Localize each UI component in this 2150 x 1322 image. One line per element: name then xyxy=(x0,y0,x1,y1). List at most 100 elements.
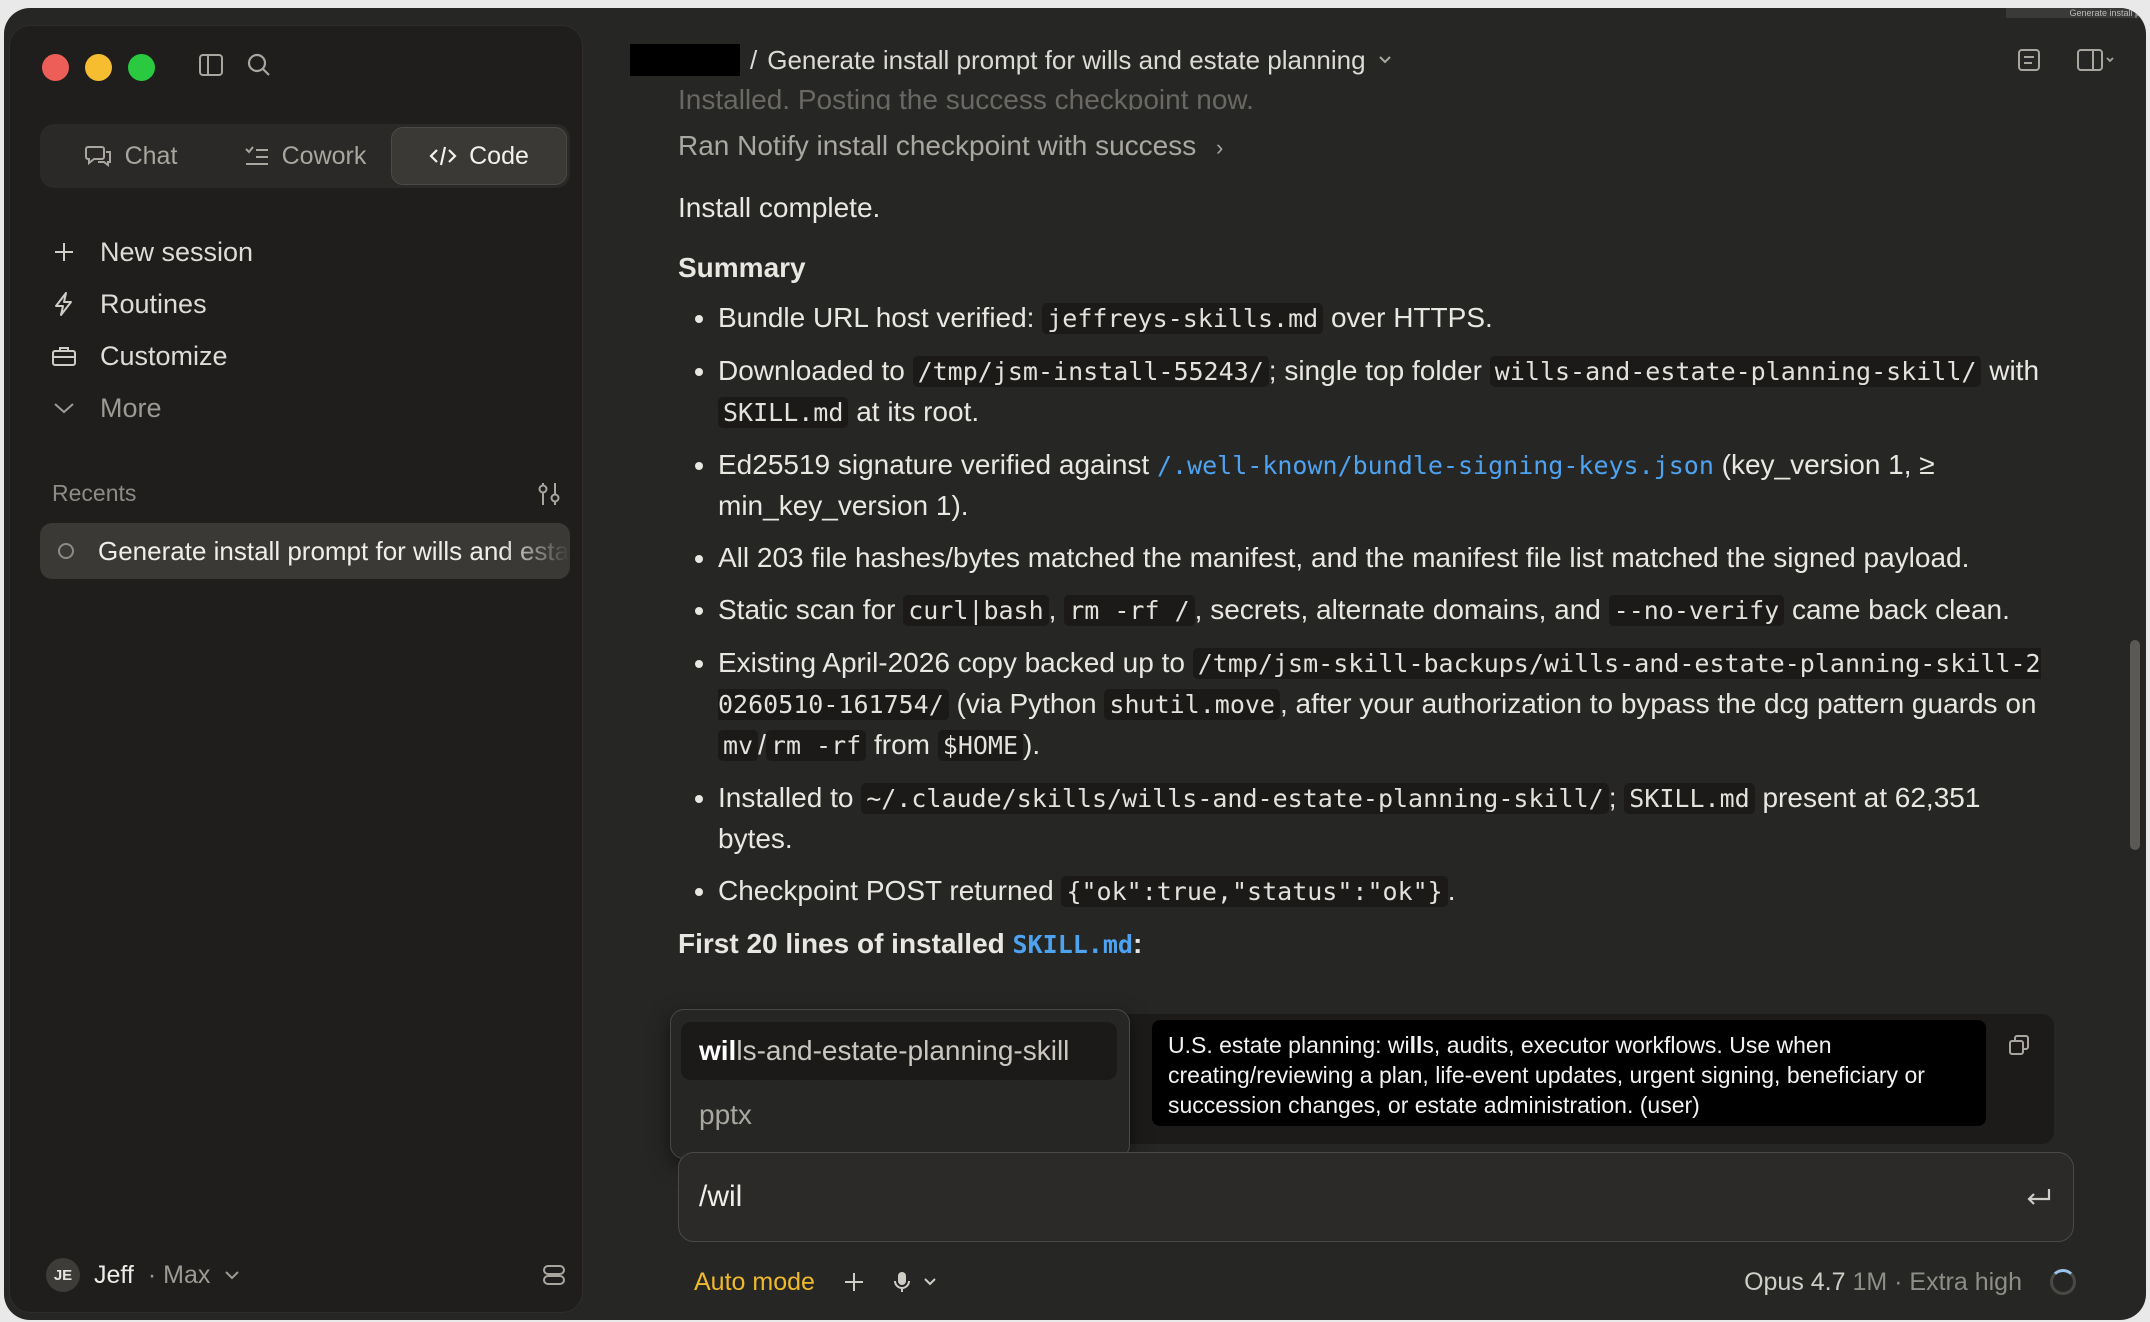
list-item: Existing April-2026 copy backed up to /t… xyxy=(718,643,2048,766)
prompt-input-value: /wil xyxy=(699,1180,743,1213)
sidebar-item-more[interactable]: More xyxy=(50,382,570,434)
recent-session-label: Generate install prompt for wills and es… xyxy=(98,535,570,566)
tab-chat[interactable]: Chat xyxy=(44,128,218,184)
tab-code-label: Code xyxy=(469,141,529,170)
list-item: All 203 file hashes/bytes matched the ma… xyxy=(718,538,2048,578)
inline-code: jeffreys-skills.md xyxy=(1042,303,1324,334)
command-description-tooltip: U.S. estate planning: wills, audits, exe… xyxy=(1152,1020,1986,1126)
chevron-down-icon[interactable] xyxy=(1378,55,1392,65)
autocomplete-option[interactable]: pptx xyxy=(681,1086,1117,1144)
session-status-icon xyxy=(58,543,74,559)
sidebar-item-new-session[interactable]: New session xyxy=(50,226,570,278)
mode-tabs: Chat Cowork Code xyxy=(40,124,570,188)
command-key-icon[interactable] xyxy=(542,1262,566,1288)
scrollbar[interactable] xyxy=(2130,640,2140,850)
app-window: Generate install p Chat Cowork Code New … xyxy=(4,8,2146,1320)
inline-code: ~/.claude/skills/wills-and-estate-planni… xyxy=(861,783,1609,814)
inline-code: wills-and-estate-planning-skill/ xyxy=(1489,356,1982,387)
user-plan: · Max xyxy=(147,1260,211,1289)
loading-spinner-icon xyxy=(2050,1269,2076,1295)
inline-code: --no-verify xyxy=(1608,595,1785,626)
microphone-icon[interactable] xyxy=(893,1270,937,1294)
composer-toolbar: Auto mode Opus 4.7 1M · Extra high xyxy=(694,1260,2076,1304)
inline-code: SKILL.md xyxy=(718,397,849,428)
inline-code: /tmp/jsm-install-55243/ xyxy=(912,356,1269,387)
enter-return-icon[interactable] xyxy=(2023,1185,2053,1209)
zoom-window-button[interactable] xyxy=(128,54,155,81)
plus-icon xyxy=(50,240,78,264)
sidebar-item-label: Customize xyxy=(100,340,228,371)
model-selector[interactable]: Opus 4.7 1M · Extra high xyxy=(1744,1268,2022,1297)
sidebar-toolbar xyxy=(198,52,272,78)
checklist-icon xyxy=(244,144,270,168)
header-actions xyxy=(2016,47,2116,73)
list-item: Installed to ~/.claude/skills/wills-and-… xyxy=(718,778,2048,859)
recents-header: Recents xyxy=(52,480,562,507)
tab-chat-label: Chat xyxy=(124,141,178,170)
auto-mode-button[interactable]: Auto mode xyxy=(694,1268,815,1297)
sidebar-nav: New session Routines Customize More xyxy=(50,226,570,434)
filter-sliders-icon[interactable] xyxy=(536,481,562,507)
command-autocomplete: wil ls-and-estate-planning-skill pptx xyxy=(670,1009,1130,1159)
inline-code: $HOME xyxy=(937,730,1024,761)
chevron-right-icon: › xyxy=(1216,135,1224,160)
sidebar: Chat Cowork Code New session Routines Cu… xyxy=(10,26,582,1312)
code-brackets-icon xyxy=(429,144,457,168)
autocomplete-option-selected[interactable]: wil ls-and-estate-planning-skill xyxy=(681,1022,1117,1080)
page-title[interactable]: Generate install prompt for wills and es… xyxy=(767,45,1365,76)
search-icon[interactable] xyxy=(246,52,272,78)
signing-keys-link[interactable]: /.well-known/bundle-signing-keys.json xyxy=(1157,451,1714,480)
summary-list: Bundle URL host verified: jeffreys-skill… xyxy=(678,298,2048,912)
tab-code[interactable]: Code xyxy=(392,128,566,184)
sidebar-item-label: New session xyxy=(100,236,254,267)
copy-icon[interactable] xyxy=(2008,1034,2030,1056)
avatar: JE xyxy=(46,1258,80,1292)
user-menu[interactable]: JE Jeff · Max xyxy=(46,1258,566,1292)
sidebar-item-routines[interactable]: Routines xyxy=(50,278,570,330)
plus-icon[interactable] xyxy=(843,1271,865,1293)
bolt-icon xyxy=(50,291,78,317)
list-item: Bundle URL host verified: jeffreys-skill… xyxy=(718,298,2048,339)
user-name: Jeff xyxy=(94,1260,134,1289)
main-panel: / Generate install prompt for wills and … xyxy=(584,8,2146,1320)
sidebar-item-label: Routines xyxy=(100,288,207,319)
breadcrumb-separator: / xyxy=(750,44,758,75)
prompt-input[interactable]: /wil xyxy=(678,1152,2074,1242)
redacted-project-name xyxy=(630,44,740,76)
conversation-content: Installed. Posting the success checkpoin… xyxy=(678,84,2048,965)
tab-cowork[interactable]: Cowork xyxy=(218,128,392,184)
tool-call-label: Ran Notify install checkpoint with succe… xyxy=(678,130,1197,161)
panel-toggle-icon[interactable] xyxy=(2076,47,2116,73)
list-item: Ed25519 signature verified against /.wel… xyxy=(718,445,2048,526)
document-icon[interactable] xyxy=(2016,47,2042,73)
tool-call-summary[interactable]: Ran Notify install checkpoint with succe… xyxy=(678,126,2048,168)
faded-message-line: Installed. Posting the success checkpoin… xyxy=(678,84,1254,110)
close-window-button[interactable] xyxy=(42,54,69,81)
briefcase-icon xyxy=(50,344,78,368)
inline-code: mv xyxy=(718,730,759,761)
chat-bubbles-icon xyxy=(84,144,113,168)
skill-md-link[interactable]: SKILL.md xyxy=(1013,930,1133,959)
install-complete-text: Install complete. xyxy=(678,192,881,223)
inline-code: {"ok":true,"status":"ok"} xyxy=(1061,876,1448,907)
inline-code: curl|bash xyxy=(903,595,1049,626)
chevron-down-icon xyxy=(50,401,78,415)
inline-code: rm -rf / xyxy=(1064,595,1195,626)
tab-cowork-label: Cowork xyxy=(281,141,367,170)
window-controls xyxy=(42,54,155,81)
recent-session-item[interactable]: Generate install prompt for wills and es… xyxy=(40,523,570,579)
sidebar-item-customize[interactable]: Customize xyxy=(50,330,570,382)
list-item: Checkpoint POST returned {"ok":true,"sta… xyxy=(718,871,2048,912)
list-item: Downloaded to /tmp/jsm-install-55243/; s… xyxy=(718,351,2048,433)
summary-heading: Summary xyxy=(678,252,806,283)
inline-code: rm -rf xyxy=(765,730,867,761)
minimize-window-button[interactable] xyxy=(85,54,112,81)
inline-code: SKILL.md xyxy=(1624,783,1755,814)
conversation-header: / Generate install prompt for wills and … xyxy=(630,38,2116,82)
sidebar-item-label: More xyxy=(100,392,162,423)
list-item: Static scan for curl|bash, rm -rf /, sec… xyxy=(718,590,2048,631)
recents-label: Recents xyxy=(52,480,137,506)
sidebar-toggle-icon[interactable] xyxy=(198,52,224,78)
chevron-down-icon xyxy=(224,1270,240,1280)
first-lines-heading: First 20 lines of installed SKILL.md: xyxy=(678,928,1143,959)
